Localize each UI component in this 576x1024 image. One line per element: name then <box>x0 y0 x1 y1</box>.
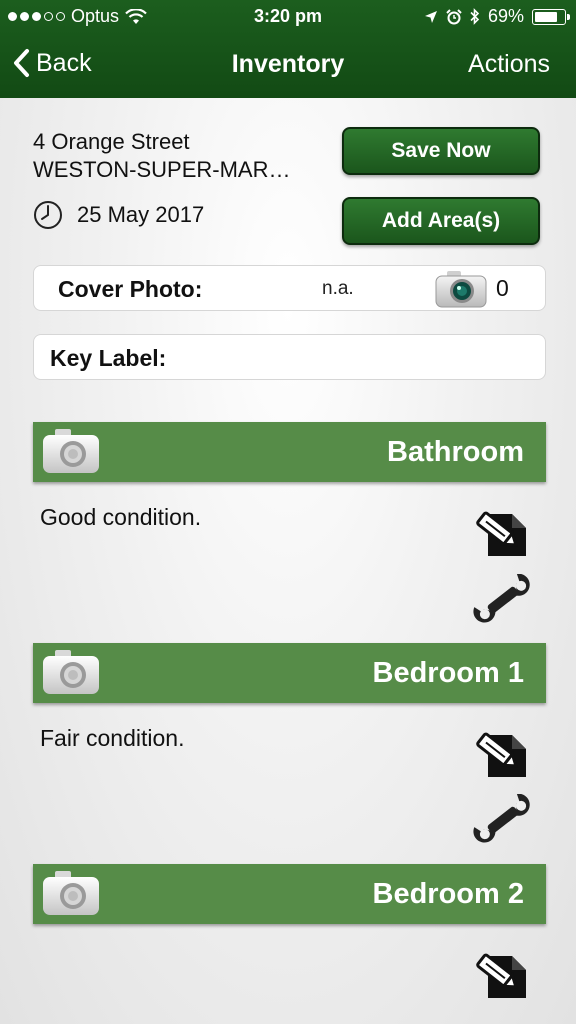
area-name: Bedroom 1 <box>372 657 524 689</box>
edit-note-icon[interactable] <box>470 506 528 558</box>
camera-icon[interactable] <box>41 648 101 696</box>
date-text: 25 May 2017 <box>77 202 205 227</box>
cover-photo-row[interactable]: Cover Photo: n.a. 0 <box>33 265 546 311</box>
cover-photo-label: Cover Photo: <box>58 276 203 302</box>
area-name: Bedroom 2 <box>372 878 524 910</box>
edit-note-icon[interactable] <box>470 948 528 1000</box>
actions-button[interactable]: Actions <box>468 50 550 79</box>
key-label-row[interactable]: Key Label: <box>33 334 546 380</box>
top-bar: Optus 3:20 pm 69% Back Inventory Actions <box>0 0 576 98</box>
back-label: Back <box>36 48 92 77</box>
camera-icon[interactable] <box>41 427 101 475</box>
chevron-left-icon <box>14 49 29 77</box>
battery-percent: 69% <box>487 6 524 26</box>
navigation-bar: Back Inventory Actions <box>0 40 576 90</box>
wrench-icon[interactable] <box>472 794 534 846</box>
property-address: 4 Orange Street WESTON-SUPER-MAR… <box>33 128 291 184</box>
camera-icon[interactable] <box>41 869 101 917</box>
address-street: 4 Orange Street <box>33 129 190 154</box>
alarm-clock-icon <box>446 8 462 24</box>
area-header-bedroom-1[interactable]: Bedroom 1 <box>33 643 546 703</box>
edit-note-icon[interactable] <box>470 727 528 779</box>
wrench-icon[interactable] <box>472 574 534 626</box>
clock-icon <box>34 201 62 229</box>
area-description: Fair condition. <box>40 725 185 751</box>
area-header-bedroom-2[interactable]: Bedroom 2 <box>33 864 546 924</box>
area-header-bathroom[interactable]: Bathroom <box>33 422 546 482</box>
status-bar: Optus 3:20 pm 69% <box>0 0 576 34</box>
location-arrow-icon <box>424 10 437 23</box>
area-description: Good condition. <box>40 504 202 530</box>
key-label-label: Key Label: <box>50 345 167 371</box>
cover-photo-count: 0 <box>496 275 509 301</box>
cover-photo-value: n.a. <box>322 278 354 299</box>
inspection-date: 25 May 2017 <box>33 200 204 230</box>
status-right: 69% <box>424 6 570 27</box>
camera-icon[interactable] <box>434 269 488 309</box>
battery-icon <box>532 8 570 25</box>
add-areas-button[interactable]: Add Area(s) <box>342 197 540 245</box>
bluetooth-icon <box>470 8 480 25</box>
address-town: WESTON-SUPER-MAR… <box>33 157 291 182</box>
area-name: Bathroom <box>387 436 524 468</box>
save-now-button[interactable]: Save Now <box>342 127 540 175</box>
back-button[interactable]: Back <box>12 48 92 78</box>
